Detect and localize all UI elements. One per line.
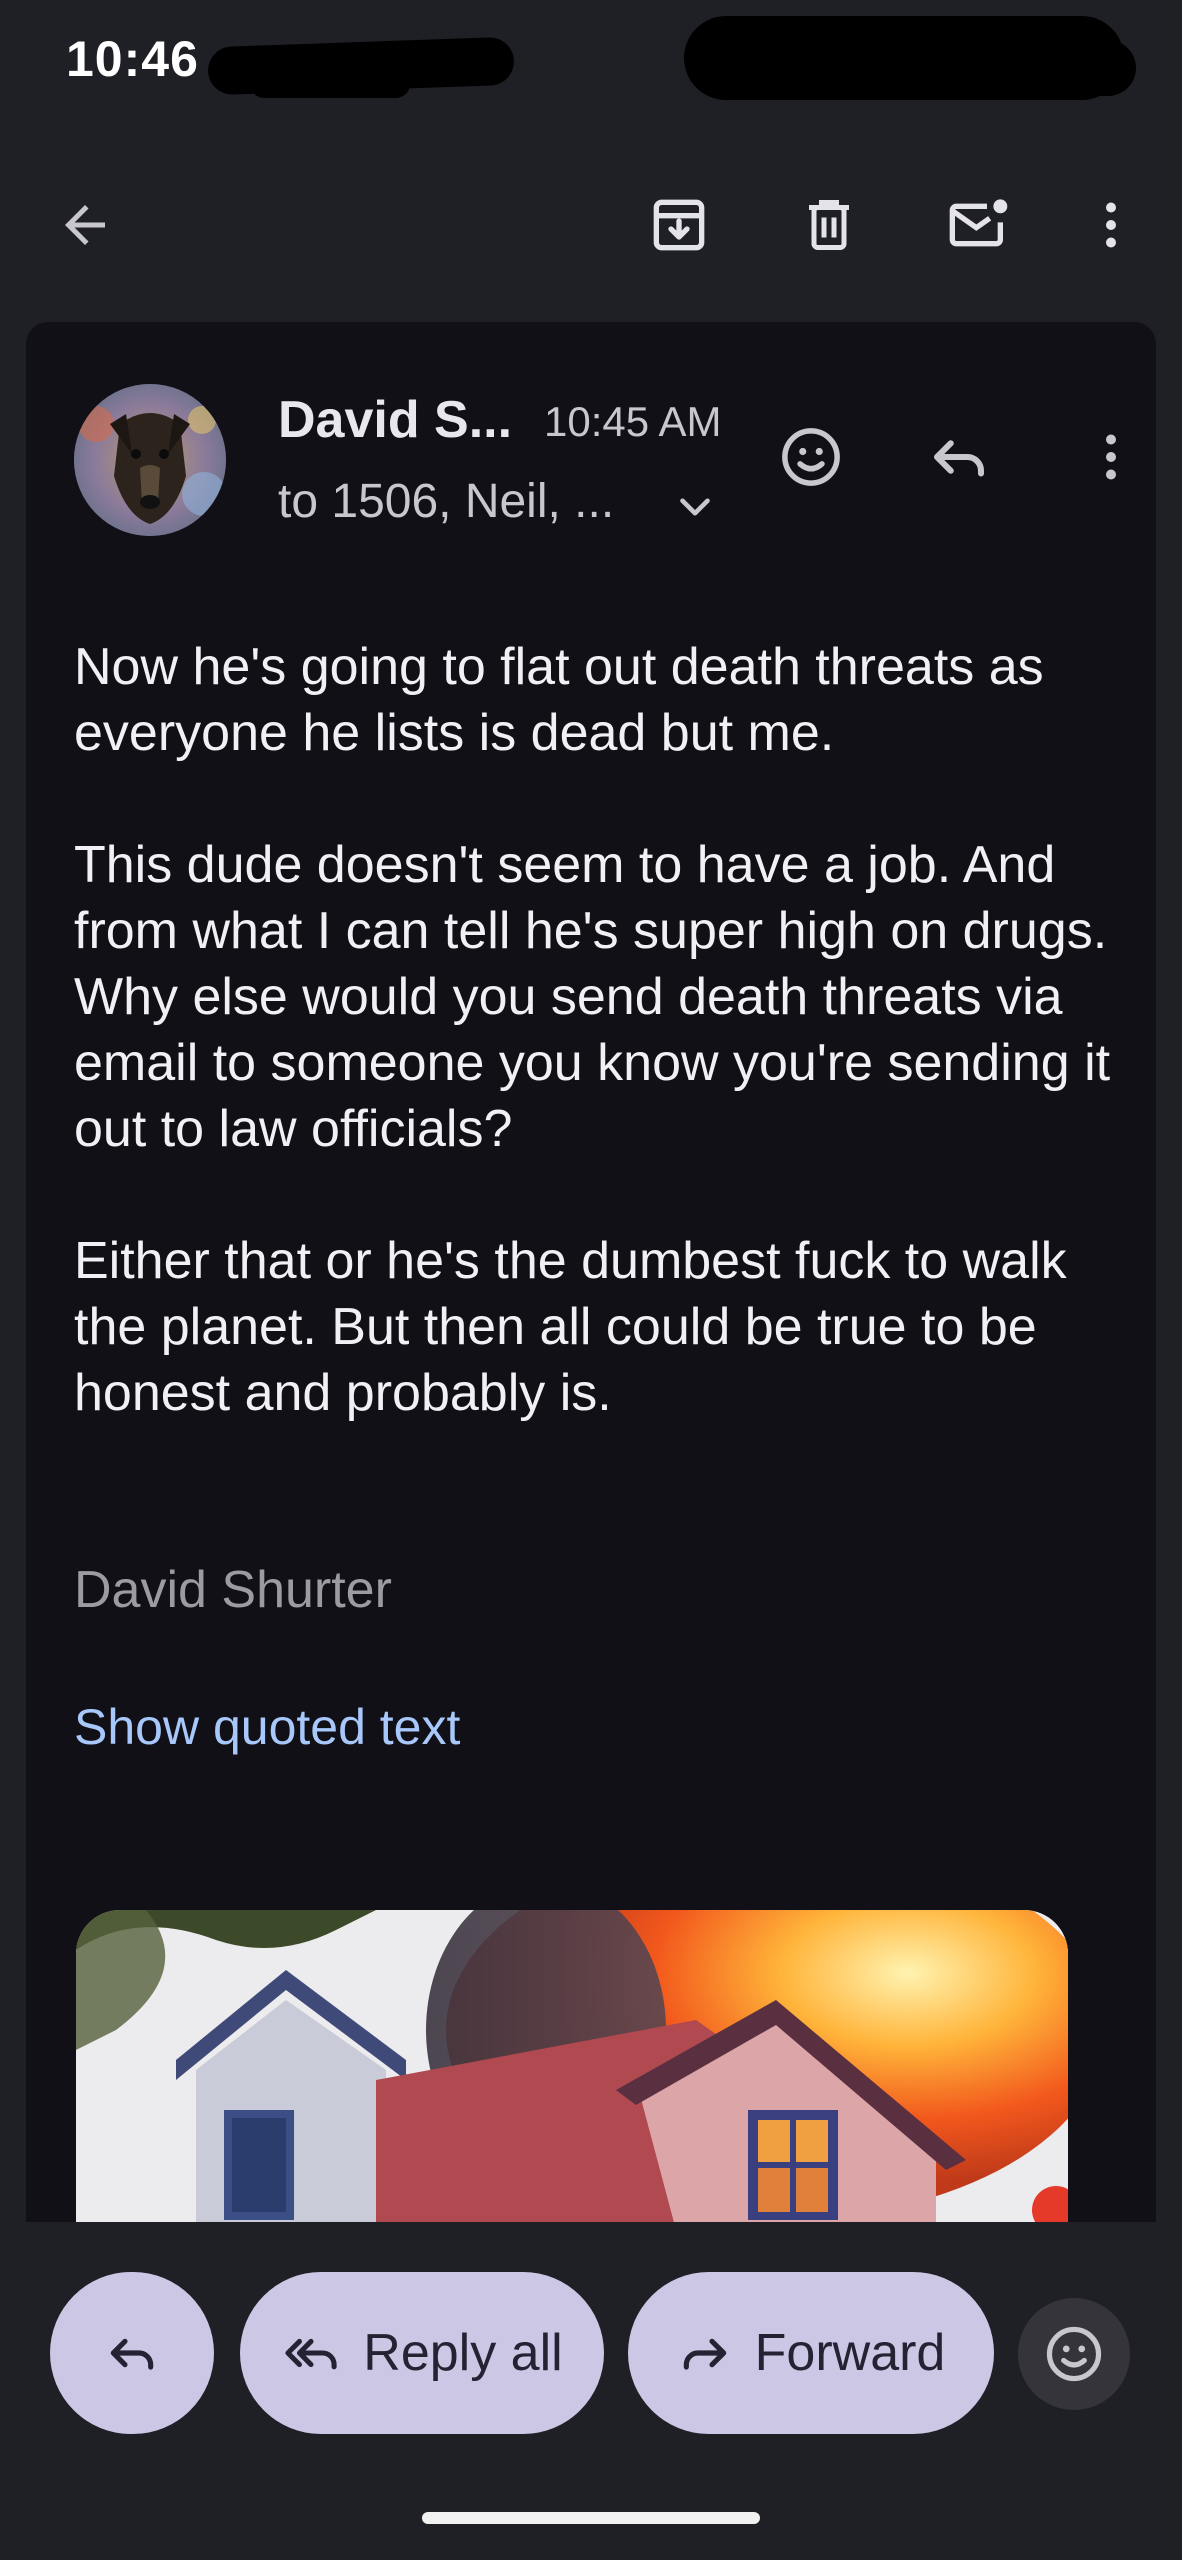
body-paragraph: Either that or he's the dumbest fuck to … bbox=[74, 1232, 1067, 1422]
sent-time: 10:45 AM bbox=[544, 398, 722, 445]
avatar[interactable] bbox=[74, 384, 226, 536]
mail-unread-icon bbox=[949, 199, 1008, 247]
reply-icon bbox=[110, 2338, 154, 2370]
show-quoted-text-link[interactable]: Show quoted text bbox=[74, 1698, 460, 1756]
chevron-down-icon[interactable] bbox=[670, 482, 720, 532]
reply-all-label: Reply all bbox=[363, 2324, 563, 2382]
bottom-action-bar: Reply all Forward bbox=[0, 2222, 1182, 2560]
reply-pill-button[interactable] bbox=[50, 2272, 214, 2434]
forward-label: Forward bbox=[754, 2324, 946, 2382]
more-vert-icon bbox=[1106, 434, 1116, 480]
status-time: 10:46 bbox=[66, 31, 199, 87]
signature: David Shurter bbox=[74, 1561, 392, 1619]
back-button[interactable] bbox=[40, 180, 130, 270]
delete-button[interactable] bbox=[784, 180, 874, 270]
recipients[interactable]: to 1506, Neil, ... bbox=[278, 474, 614, 529]
trash-icon bbox=[809, 200, 849, 250]
body-paragraph: Now he's going to flat out death threats… bbox=[74, 638, 1044, 762]
reply-all-button[interactable]: Reply all bbox=[240, 2272, 604, 2434]
archive-button[interactable] bbox=[634, 180, 724, 270]
arrow-back-icon bbox=[65, 205, 105, 245]
redaction-mark bbox=[250, 70, 410, 98]
sender-name[interactable]: David S... bbox=[278, 390, 512, 450]
reply-icon bbox=[933, 440, 985, 477]
add-reaction-button[interactable] bbox=[766, 412, 856, 502]
message-body: Now he's going to flat out death threats… bbox=[74, 634, 1134, 1492]
top-app-bar bbox=[0, 160, 1182, 280]
body-paragraph: This dude doesn't seem to have a job. An… bbox=[74, 836, 1111, 1158]
email-screen: 10:46 David S... 10:45 AM to 1506, Neil,… bbox=[0, 0, 1182, 2560]
forward-button[interactable]: Forward bbox=[628, 2272, 994, 2434]
reply-all-icon bbox=[285, 2338, 337, 2370]
image-attachment[interactable] bbox=[76, 1910, 1068, 2222]
redaction-mark bbox=[900, 40, 1136, 96]
status-bar: 10:46 bbox=[0, 0, 1182, 120]
mark-unread-button[interactable] bbox=[934, 180, 1024, 270]
forward-icon bbox=[683, 2338, 726, 2370]
emoji-icon bbox=[1046, 2326, 1102, 2382]
message-more-button[interactable] bbox=[1066, 412, 1156, 502]
message-card: David S... 10:45 AM to 1506, Neil, ... N… bbox=[26, 322, 1156, 2222]
dog-photo-icon bbox=[74, 384, 226, 536]
reply-button[interactable] bbox=[914, 412, 1004, 502]
emoji-icon bbox=[782, 428, 840, 486]
more-options-button[interactable] bbox=[1066, 180, 1156, 270]
archive-icon bbox=[653, 199, 705, 251]
emoji-reaction-button[interactable] bbox=[1018, 2298, 1130, 2410]
burning-house-image bbox=[76, 1910, 1068, 2222]
more-vert-icon bbox=[1106, 202, 1116, 248]
home-indicator[interactable] bbox=[422, 2512, 760, 2524]
